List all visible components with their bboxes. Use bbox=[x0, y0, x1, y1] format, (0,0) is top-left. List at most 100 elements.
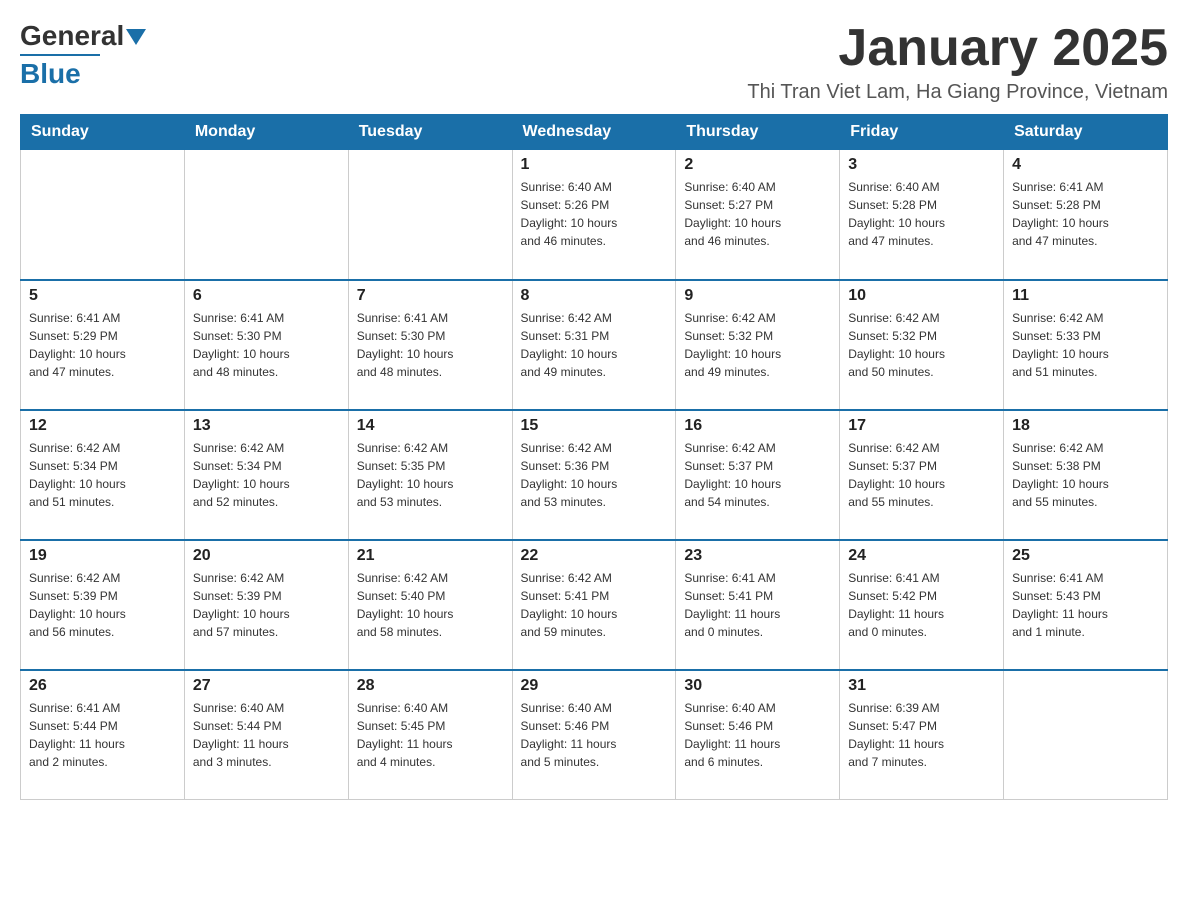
day-number: 19 bbox=[29, 547, 176, 565]
day-info: Sunrise: 6:41 AM Sunset: 5:41 PM Dayligh… bbox=[684, 569, 831, 641]
day-number: 21 bbox=[357, 547, 504, 565]
logo-divider bbox=[20, 54, 100, 56]
calendar-cell: 24 Sunrise: 6:41 AM Sunset: 5:42 PM Dayli… bbox=[840, 540, 1004, 670]
day-info: Sunrise: 6:41 AM Sunset: 5:42 PM Dayligh… bbox=[848, 569, 995, 641]
calendar-cell: 30 Sunrise: 6:40 AM Sunset: 5:46 PM Dayli… bbox=[676, 670, 840, 800]
calendar-cell bbox=[1004, 670, 1168, 800]
day-number: 20 bbox=[193, 547, 340, 565]
day-info: Sunrise: 6:41 AM Sunset: 5:29 PM Dayligh… bbox=[29, 309, 176, 381]
calendar-cell bbox=[184, 150, 348, 280]
calendar-cell bbox=[21, 150, 185, 280]
day-number: 13 bbox=[193, 417, 340, 435]
day-info: Sunrise: 6:42 AM Sunset: 5:34 PM Dayligh… bbox=[193, 439, 340, 511]
day-info: Sunrise: 6:41 AM Sunset: 5:43 PM Dayligh… bbox=[1012, 569, 1159, 641]
day-info: Sunrise: 6:42 AM Sunset: 5:34 PM Dayligh… bbox=[29, 439, 176, 511]
calendar-cell: 4 Sunrise: 6:41 AM Sunset: 5:28 PM Daylig… bbox=[1004, 150, 1168, 280]
calendar-cell: 2Sunrise: 6:40 AM Sunset: 5:27 PM Daylig… bbox=[676, 150, 840, 280]
calendar-table: SundayMondayTuesdayWednesdayThursdayFrid… bbox=[20, 114, 1168, 800]
calendar-week-row-4: 19 Sunrise: 6:42 AM Sunset: 5:39 PM Dayli… bbox=[21, 540, 1168, 670]
day-number: 26 bbox=[29, 677, 176, 695]
day-number: 15 bbox=[521, 417, 668, 435]
day-info: Sunrise: 6:40 AM Sunset: 5:46 PM Dayligh… bbox=[521, 699, 668, 771]
calendar-week-row-3: 12 Sunrise: 6:42 AM Sunset: 5:34 PM Dayli… bbox=[21, 410, 1168, 540]
day-number: 17 bbox=[848, 417, 995, 435]
calendar-week-row-5: 26Sunrise: 6:41 AM Sunset: 5:44 PM Dayli… bbox=[21, 670, 1168, 800]
day-number: 25 bbox=[1012, 547, 1159, 565]
day-info: Sunrise: 6:40 AM Sunset: 5:26 PM Dayligh… bbox=[521, 178, 668, 250]
calendar-week-row-2: 5 Sunrise: 6:41 AM Sunset: 5:29 PM Daylig… bbox=[21, 280, 1168, 410]
month-title: January 2025 bbox=[747, 20, 1168, 77]
day-info: Sunrise: 6:42 AM Sunset: 5:35 PM Dayligh… bbox=[357, 439, 504, 511]
day-number: 10 bbox=[848, 287, 995, 305]
day-info: Sunrise: 6:42 AM Sunset: 5:38 PM Dayligh… bbox=[1012, 439, 1159, 511]
calendar-cell: 14 Sunrise: 6:42 AM Sunset: 5:35 PM Dayli… bbox=[348, 410, 512, 540]
calendar-cell: 22 Sunrise: 6:42 AM Sunset: 5:41 PM Dayli… bbox=[512, 540, 676, 670]
weekday-header-sunday: Sunday bbox=[21, 115, 185, 150]
location-title: Thi Tran Viet Lam, Ha Giang Province, Vi… bbox=[747, 81, 1168, 104]
calendar-cell bbox=[348, 150, 512, 280]
day-number: 16 bbox=[684, 417, 831, 435]
day-number: 28 bbox=[357, 677, 504, 695]
calendar-cell: 23 Sunrise: 6:41 AM Sunset: 5:41 PM Dayli… bbox=[676, 540, 840, 670]
day-number: 30 bbox=[684, 677, 831, 695]
day-number: 23 bbox=[684, 547, 831, 565]
calendar-cell: 29 Sunrise: 6:40 AM Sunset: 5:46 PM Dayli… bbox=[512, 670, 676, 800]
logo: General Blue bbox=[20, 20, 146, 90]
day-number: 29 bbox=[521, 677, 668, 695]
weekday-header-friday: Friday bbox=[840, 115, 1004, 150]
day-number: 9 bbox=[684, 287, 831, 305]
weekday-header-monday: Monday bbox=[184, 115, 348, 150]
calendar-cell: 5 Sunrise: 6:41 AM Sunset: 5:29 PM Daylig… bbox=[21, 280, 185, 410]
day-info: Sunrise: 6:41 AM Sunset: 5:30 PM Dayligh… bbox=[357, 309, 504, 381]
day-number: 1 bbox=[521, 156, 668, 174]
weekday-header-wednesday: Wednesday bbox=[512, 115, 676, 150]
day-info: Sunrise: 6:40 AM Sunset: 5:28 PM Dayligh… bbox=[848, 178, 995, 250]
title-section: January 2025 Thi Tran Viet Lam, Ha Giang… bbox=[747, 20, 1168, 104]
calendar-week-row-1: 1 Sunrise: 6:40 AM Sunset: 5:26 PM Daylig… bbox=[21, 150, 1168, 280]
day-info: Sunrise: 6:41 AM Sunset: 5:30 PM Dayligh… bbox=[193, 309, 340, 381]
day-number: 7 bbox=[357, 287, 504, 305]
calendar-cell: 3 Sunrise: 6:40 AM Sunset: 5:28 PM Daylig… bbox=[840, 150, 1004, 280]
calendar-cell: 13 Sunrise: 6:42 AM Sunset: 5:34 PM Dayli… bbox=[184, 410, 348, 540]
calendar-cell: 9 Sunrise: 6:42 AM Sunset: 5:32 PM Daylig… bbox=[676, 280, 840, 410]
calendar-cell: 7 Sunrise: 6:41 AM Sunset: 5:30 PM Daylig… bbox=[348, 280, 512, 410]
weekday-header-saturday: Saturday bbox=[1004, 115, 1168, 150]
day-number: 24 bbox=[848, 547, 995, 565]
day-number: 22 bbox=[521, 547, 668, 565]
calendar-cell: 27Sunrise: 6:40 AM Sunset: 5:44 PM Dayli… bbox=[184, 670, 348, 800]
day-info: Sunrise: 6:42 AM Sunset: 5:33 PM Dayligh… bbox=[1012, 309, 1159, 381]
day-number: 8 bbox=[521, 287, 668, 305]
day-info: Sunrise: 6:39 AM Sunset: 5:47 PM Dayligh… bbox=[848, 699, 995, 771]
logo-triangle-icon bbox=[126, 29, 146, 45]
day-number: 5 bbox=[29, 287, 176, 305]
day-info: Sunrise: 6:42 AM Sunset: 5:32 PM Dayligh… bbox=[684, 309, 831, 381]
calendar-cell: 11Sunrise: 6:42 AM Sunset: 5:33 PM Dayli… bbox=[1004, 280, 1168, 410]
calendar-cell: 8 Sunrise: 6:42 AM Sunset: 5:31 PM Daylig… bbox=[512, 280, 676, 410]
day-number: 14 bbox=[357, 417, 504, 435]
day-number: 12 bbox=[29, 417, 176, 435]
day-number: 4 bbox=[1012, 156, 1159, 174]
day-number: 3 bbox=[848, 156, 995, 174]
weekday-header-tuesday: Tuesday bbox=[348, 115, 512, 150]
calendar-cell: 21Sunrise: 6:42 AM Sunset: 5:40 PM Dayli… bbox=[348, 540, 512, 670]
day-info: Sunrise: 6:42 AM Sunset: 5:39 PM Dayligh… bbox=[29, 569, 176, 641]
calendar-cell: 12 Sunrise: 6:42 AM Sunset: 5:34 PM Dayli… bbox=[21, 410, 185, 540]
day-info: Sunrise: 6:42 AM Sunset: 5:31 PM Dayligh… bbox=[521, 309, 668, 381]
day-info: Sunrise: 6:42 AM Sunset: 5:37 PM Dayligh… bbox=[684, 439, 831, 511]
day-info: Sunrise: 6:42 AM Sunset: 5:41 PM Dayligh… bbox=[521, 569, 668, 641]
calendar-cell: 17Sunrise: 6:42 AM Sunset: 5:37 PM Dayli… bbox=[840, 410, 1004, 540]
weekday-header-row: SundayMondayTuesdayWednesdayThursdayFrid… bbox=[21, 115, 1168, 150]
day-info: Sunrise: 6:41 AM Sunset: 5:28 PM Dayligh… bbox=[1012, 178, 1159, 250]
day-number: 31 bbox=[848, 677, 995, 695]
calendar-cell: 16 Sunrise: 6:42 AM Sunset: 5:37 PM Dayli… bbox=[676, 410, 840, 540]
page-header: General Blue January 2025 Thi Tran Viet … bbox=[20, 20, 1168, 104]
day-info: Sunrise: 6:42 AM Sunset: 5:39 PM Dayligh… bbox=[193, 569, 340, 641]
calendar-cell: 1 Sunrise: 6:40 AM Sunset: 5:26 PM Daylig… bbox=[512, 150, 676, 280]
calendar-cell: 31 Sunrise: 6:39 AM Sunset: 5:47 PM Dayli… bbox=[840, 670, 1004, 800]
calendar-cell: 18Sunrise: 6:42 AM Sunset: 5:38 PM Dayli… bbox=[1004, 410, 1168, 540]
calendar-cell: 15Sunrise: 6:42 AM Sunset: 5:36 PM Dayli… bbox=[512, 410, 676, 540]
day-info: Sunrise: 6:40 AM Sunset: 5:46 PM Dayligh… bbox=[684, 699, 831, 771]
day-info: Sunrise: 6:42 AM Sunset: 5:32 PM Dayligh… bbox=[848, 309, 995, 381]
weekday-header-thursday: Thursday bbox=[676, 115, 840, 150]
day-info: Sunrise: 6:40 AM Sunset: 5:27 PM Dayligh… bbox=[684, 178, 831, 250]
